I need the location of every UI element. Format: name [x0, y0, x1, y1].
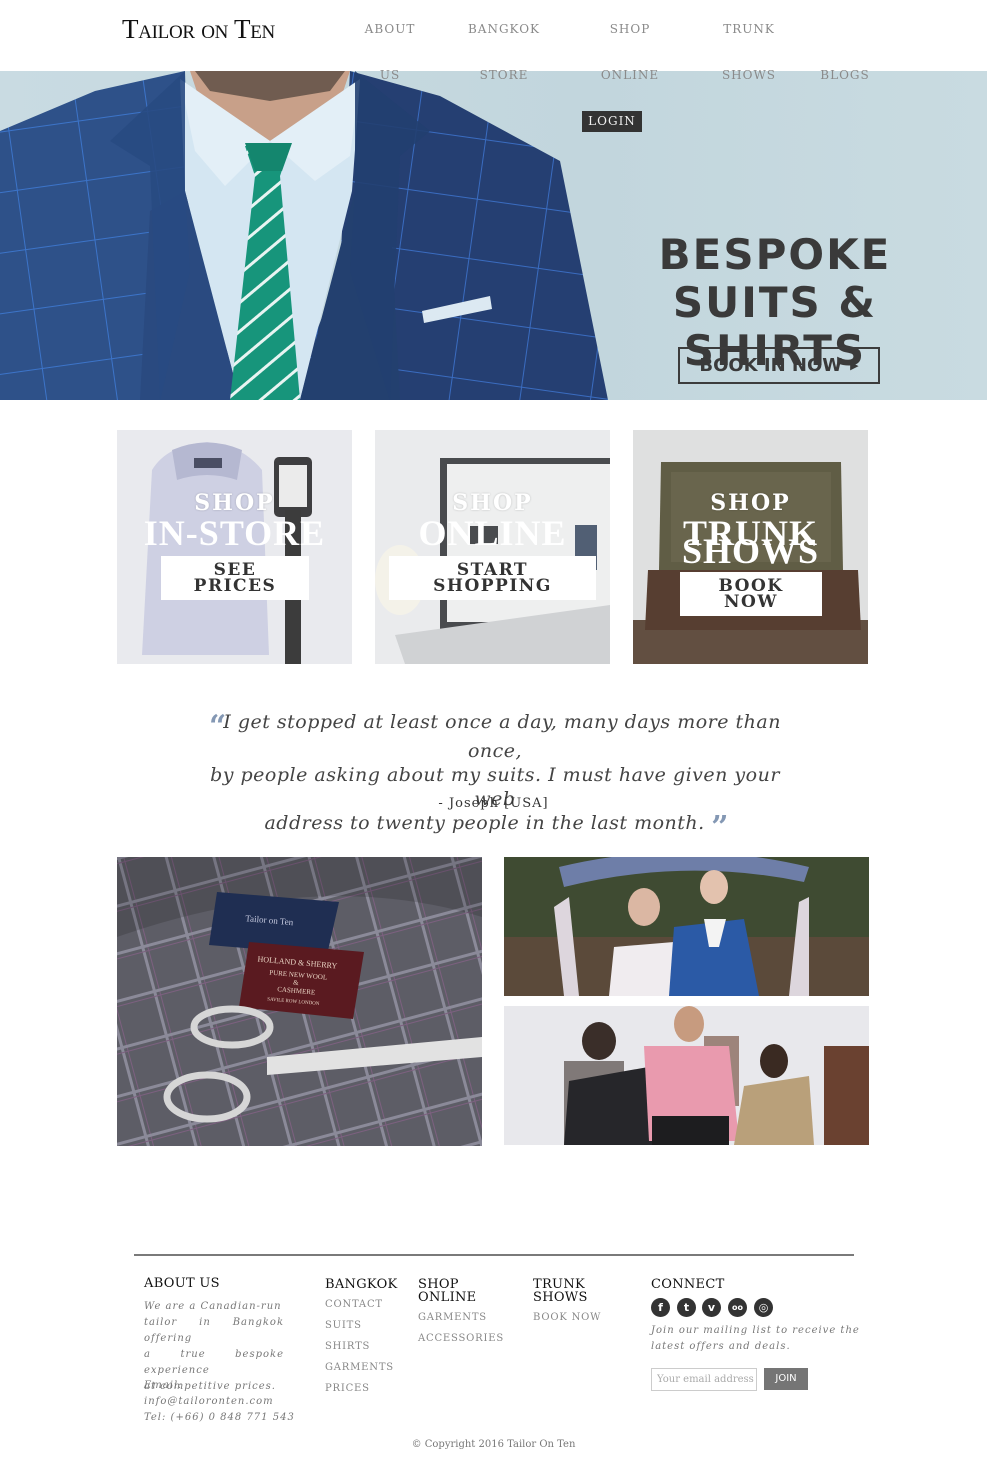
nav-trunk-shows-line2: SHOWS	[721, 68, 777, 82]
book-in-now-button[interactable]: BOOK IN NOW ▶	[678, 347, 880, 384]
footer-link-garments[interactable]: GARMENTS	[325, 1362, 394, 1373]
footer-link-prices[interactable]: PRICES	[325, 1383, 370, 1394]
facebook-icon[interactable]: f	[651, 1298, 670, 1317]
tile-shop-online[interactable]: SHOP ONLINE START SHOPPING	[375, 430, 610, 664]
see-prices-button[interactable]: SEE PRICES	[161, 556, 309, 600]
quote-line1: “I get stopped at least once a day, many…	[190, 710, 800, 763]
mailing-line1: Join our mailing list to receive the	[651, 1325, 860, 1336]
footer-about-heading: ABOUT US	[144, 1276, 220, 1291]
nav-trunk-shows[interactable]: TRUNK SHOWS	[720, 6, 778, 98]
nav-trunk-shows-line1: TRUNK	[723, 22, 775, 36]
nav-about-us-line2: US	[379, 68, 401, 82]
hero-title-line1: BESPOKE	[658, 230, 892, 279]
book-now-button[interactable]: BOOK NOW	[680, 572, 822, 616]
vimeo-icon[interactable]: v	[702, 1298, 721, 1317]
nav-about-us-line1: ABOUT	[364, 22, 416, 36]
tile-title: IN-STORE	[143, 513, 326, 553]
login-button[interactable]: LOGIN	[582, 111, 642, 132]
play-arrow-icon: ▶	[850, 359, 859, 372]
nav-bangkok-store[interactable]: BANGKOK STORE	[466, 6, 542, 98]
mailing-line2: latest offers and deals.	[651, 1341, 791, 1352]
copyright: © Copyright 2016 Tailor On Ten	[411, 1439, 576, 1450]
footer-link-shop-garments[interactable]: GARMENTS	[418, 1312, 487, 1323]
about-line1: We are a Canadian-run	[144, 1301, 282, 1312]
footer-link-book-now[interactable]: BOOK NOW	[533, 1312, 601, 1323]
footer-divider	[134, 1254, 854, 1256]
start-shopping-button[interactable]: START SHOPPING	[389, 556, 596, 600]
quote-line1-text: I get stopped at least once a day, many …	[223, 711, 781, 762]
nav-bangkok-store-line1: BANGKOK	[467, 22, 540, 36]
open-quote-icon: “	[209, 709, 226, 744]
tile-title-line2: SHOWS	[681, 531, 820, 571]
tailor-fitting-photo	[504, 1006, 869, 1145]
footer-connect-heading: CONNECT	[651, 1277, 725, 1292]
shop-online-heading-line2: ONLINE	[418, 1290, 477, 1305]
quote-line3: address to twenty people in the last mon…	[190, 811, 800, 843]
close-quote-icon: ”	[711, 810, 728, 845]
nav-bangkok-store-line2: STORE	[479, 68, 529, 82]
about-line2: tailor in Bangkok offering	[144, 1317, 284, 1344]
tile-title: ONLINE	[418, 513, 567, 553]
footer-shop-online-heading: SHOP ONLINE	[418, 1278, 476, 1304]
nav-shop-online-line1: SHOP	[609, 22, 651, 36]
footer-link-accessories[interactable]: ACCESSORIES	[418, 1333, 504, 1344]
nav-about-us[interactable]: ABOUT US	[362, 6, 418, 98]
email-label: Email:	[144, 1380, 183, 1391]
testimonial-author: - Joseph [USA]	[438, 796, 549, 811]
nav-blogs[interactable]: BLOGS	[818, 52, 872, 98]
instagram-icon[interactable]: ◎	[754, 1298, 773, 1317]
footer-bangkok-heading: BANGKOK	[325, 1277, 398, 1292]
book-now-line2: NOW	[724, 592, 778, 612]
nav-blogs-label: BLOGS	[820, 68, 870, 82]
tile-shop-in-store[interactable]: SHOP IN-STORE SEE PRICES	[117, 430, 352, 664]
twitter-icon[interactable]: t	[677, 1298, 696, 1317]
footer-link-contact[interactable]: CONTACT	[325, 1299, 383, 1310]
wedding-photo	[504, 857, 869, 996]
footer-link-suits[interactable]: SUITS	[325, 1320, 362, 1331]
testimonial-quote: “I get stopped at least once a day, many…	[190, 710, 800, 843]
footer-contact: Email: info@tailoronten.com Tel: (+66) 0…	[144, 1378, 295, 1426]
mailing-list-text: Join our mailing list to receive the lat…	[651, 1323, 860, 1355]
hero-banner: BESPOKE SUITS & SHIRTS BOOK IN NOW ▶	[0, 71, 987, 400]
site-logo[interactable]: Tailor on Ten	[122, 14, 275, 45]
nav-shop-online[interactable]: SHOP ONLINE	[600, 6, 660, 98]
book-in-now-label: BOOK IN NOW	[699, 355, 843, 376]
footer-trunk-shows-heading: TRUNK SHOWS	[533, 1278, 588, 1304]
fabric-photo: Tailor on Ten HOLLAND & SHERRY PURE NEW …	[117, 857, 482, 1146]
phone-number: Tel: (+66) 0 848 771 543	[144, 1412, 295, 1423]
footer-link-shirts[interactable]: SHIRTS	[325, 1341, 370, 1352]
nav-shop-online-line2: ONLINE	[600, 68, 660, 82]
tripadvisor-icon[interactable]: oo	[728, 1298, 747, 1317]
see-prices-line2: PRICES	[193, 576, 277, 596]
about-line3: a true bespoke experience	[144, 1349, 284, 1376]
tile-shop-trunk-shows[interactable]: SHOP TRUNK SHOWS BOOK NOW	[633, 430, 868, 664]
start-shopping-line2: SHOPPING	[433, 576, 552, 596]
newsletter-email-input[interactable]	[651, 1368, 757, 1391]
trunk-shows-heading-line2: SHOWS	[533, 1290, 588, 1305]
quote-line3-text: address to twenty people in the last mon…	[264, 812, 705, 834]
join-button[interactable]: JOIN	[764, 1368, 808, 1390]
email-link[interactable]: info@tailoronten.com	[144, 1394, 295, 1410]
